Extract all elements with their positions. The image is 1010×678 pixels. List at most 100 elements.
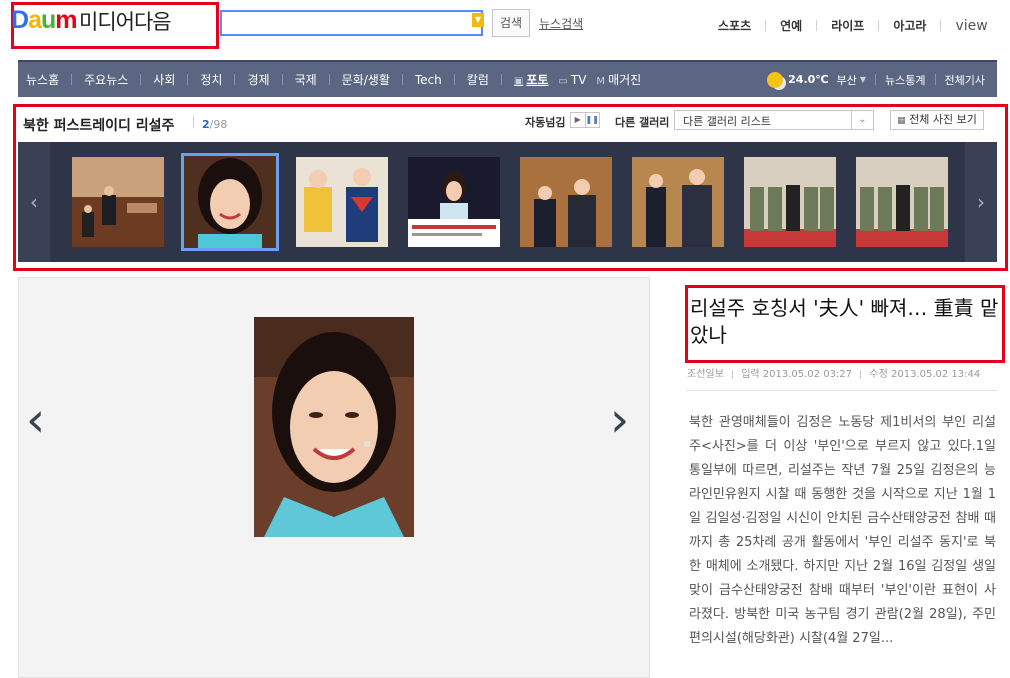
nav-right: 24.0℃ 부산 ▼ 뉴스통계 전체기사 bbox=[767, 62, 985, 97]
thumbnail[interactable] bbox=[744, 157, 836, 247]
thumbnail-image bbox=[408, 157, 500, 247]
strip-prev-arrow-icon[interactable]: ‹ bbox=[18, 142, 50, 262]
other-gallery-label: 다른 갤러리 bbox=[615, 116, 670, 129]
nav-item-tech[interactable]: Tech bbox=[415, 73, 442, 87]
header: Daum 미디어다음 ▼ 검색 뉴스검색 스포츠 연예 라이프 아고라 view bbox=[0, 0, 1010, 58]
weather-location[interactable]: 부산 bbox=[837, 72, 857, 88]
top-menu-sports[interactable]: 스포츠 bbox=[718, 17, 751, 34]
gallery-counter: 2/98 bbox=[202, 118, 227, 131]
nav-item-world[interactable]: 국제 bbox=[295, 71, 317, 88]
tv-icon: ▭ bbox=[558, 75, 568, 87]
divider bbox=[71, 74, 73, 85]
article-body: 북한 관영매체들이 김정은 노동당 제1비서의 부인 리설주<사진>를 더 이상… bbox=[689, 415, 996, 646]
chevron-down-icon[interactable]: ⌄ bbox=[851, 111, 873, 129]
thumbnail-strip: ‹ › bbox=[18, 142, 997, 262]
thumbnail[interactable] bbox=[520, 157, 612, 247]
other-gallery-select-value: 다른 갤러리 리스트 bbox=[683, 115, 771, 128]
search-input[interactable] bbox=[220, 10, 483, 36]
grid-icon: ▦ bbox=[897, 116, 906, 126]
thumbnail-image bbox=[72, 157, 164, 247]
search-dropdown-icon[interactable]: ▼ bbox=[472, 13, 484, 27]
logo-letter: u bbox=[40, 6, 56, 34]
search-button[interactable]: 검색 bbox=[492, 9, 530, 37]
other-gallery-select[interactable]: 다른 갤러리 리스트 ⌄ bbox=[674, 110, 874, 130]
divider bbox=[500, 74, 502, 85]
thumbnail-image bbox=[856, 157, 948, 247]
top-menu-agora[interactable]: 아고라 bbox=[893, 17, 926, 34]
nav-item-news-home[interactable]: 뉴스홈 bbox=[26, 71, 59, 88]
pause-icon[interactable]: ❚❚ bbox=[584, 113, 600, 127]
nav-item-photo-label: 포토 bbox=[526, 73, 549, 87]
nav-item-top-news[interactable]: 주요뉴스 bbox=[84, 71, 128, 88]
gallery-total: /98 bbox=[209, 118, 228, 131]
thumbnail[interactable] bbox=[296, 157, 388, 247]
gallery-title: 북한 퍼스트레이디 리설주 bbox=[23, 118, 175, 134]
logo-letter: a bbox=[28, 6, 42, 34]
main-nav: 뉴스홈 주요뉴스 사회 정치 경제 국제 문화/생활 Tech 칼럼 ▣ 포토 ▭… bbox=[18, 60, 997, 97]
thumbnail-image bbox=[744, 157, 836, 247]
nav-item-politics[interactable]: 정치 bbox=[200, 71, 222, 88]
photo-icon: ▣ bbox=[513, 76, 524, 87]
daum-logo[interactable]: Daum bbox=[11, 6, 77, 35]
thumbnail-image bbox=[184, 156, 276, 248]
divider bbox=[934, 74, 936, 85]
nav-items: 뉴스홈 주요뉴스 사회 정치 경제 국제 문화/생활 Tech 칼럼 ▣ 포토 ▭… bbox=[26, 62, 641, 97]
divider bbox=[328, 74, 330, 85]
thumbnail[interactable] bbox=[632, 157, 724, 247]
thumbnail[interactable] bbox=[408, 157, 500, 247]
divider bbox=[940, 20, 942, 31]
nav-item-culture[interactable]: 문화/생활 bbox=[342, 71, 390, 88]
divider bbox=[401, 74, 403, 85]
main-photo bbox=[254, 317, 414, 537]
logo-letter: D bbox=[11, 6, 29, 34]
news-search-link[interactable]: 뉴스검색 bbox=[539, 15, 583, 32]
thumbnail[interactable] bbox=[72, 157, 164, 247]
article-meta: 조선일보 입력 2013.05.02 03:27 수정 2013.05.02 1… bbox=[687, 365, 980, 380]
nav-item-photo[interactable]: ▣ 포토 bbox=[514, 71, 549, 88]
thumbnail-image bbox=[520, 157, 612, 247]
play-icon[interactable]: ▶ bbox=[571, 113, 585, 127]
divider bbox=[453, 74, 455, 85]
divider bbox=[140, 74, 142, 85]
top-menu-life[interactable]: 라이프 bbox=[831, 17, 864, 34]
thumbnail-selected[interactable] bbox=[181, 153, 279, 251]
gallery-current: 2 bbox=[202, 118, 210, 131]
thumbnail[interactable] bbox=[856, 157, 948, 247]
prev-photo-arrow-icon[interactable]: ‹ bbox=[26, 392, 45, 448]
divider bbox=[765, 20, 767, 31]
top-menu-view[interactable]: view bbox=[955, 18, 987, 34]
strip-next-arrow-icon[interactable]: › bbox=[965, 142, 997, 262]
divider bbox=[860, 369, 862, 379]
divider bbox=[878, 20, 880, 31]
chevron-down-icon[interactable]: ▼ bbox=[860, 75, 866, 84]
divider bbox=[234, 74, 236, 85]
article-input-time: 입력 2013.05.02 03:27 bbox=[741, 369, 853, 380]
nav-item-column[interactable]: 칼럼 bbox=[467, 71, 489, 88]
thumbnail-image bbox=[296, 157, 388, 247]
article-source[interactable]: 조선일보 bbox=[687, 369, 724, 380]
thumbnail-image bbox=[632, 157, 724, 247]
view-all-photos-button[interactable]: ▦ 전체 사진 보기 bbox=[890, 110, 984, 130]
autoplay-label: 자동넘김 bbox=[525, 116, 566, 129]
logo-letter: m bbox=[55, 6, 77, 34]
nav-item-magazine-label: 매거진 bbox=[608, 73, 642, 87]
nav-item-tv-label: TV bbox=[570, 72, 587, 87]
next-photo-arrow-icon[interactable]: › bbox=[610, 392, 629, 448]
nav-item-tv[interactable]: ▭ TV bbox=[558, 73, 586, 87]
main-photo-image bbox=[254, 317, 414, 537]
all-articles-link[interactable]: 전체기사 bbox=[945, 72, 985, 88]
top-menu: 스포츠 연예 라이프 아고라 view bbox=[718, 17, 988, 34]
divider bbox=[193, 116, 194, 128]
nav-item-economy[interactable]: 경제 bbox=[247, 71, 269, 88]
nav-item-society[interactable]: 사회 bbox=[153, 71, 175, 88]
divider bbox=[281, 74, 283, 85]
magazine-icon: M bbox=[596, 76, 606, 87]
nav-item-magazine[interactable]: M 매거진 bbox=[596, 71, 641, 88]
site-title[interactable]: 미디어다음 bbox=[79, 6, 172, 36]
top-menu-entertainment[interactable]: 연예 bbox=[780, 17, 802, 34]
news-stats-link[interactable]: 뉴스통계 bbox=[885, 72, 925, 88]
article-headline: 리설주 호칭서 '夫人' 빠져… 重責 맡았나 bbox=[690, 296, 999, 347]
weather-temp[interactable]: 24.0℃ bbox=[788, 73, 828, 86]
divider bbox=[816, 20, 818, 31]
divider bbox=[732, 369, 733, 379]
